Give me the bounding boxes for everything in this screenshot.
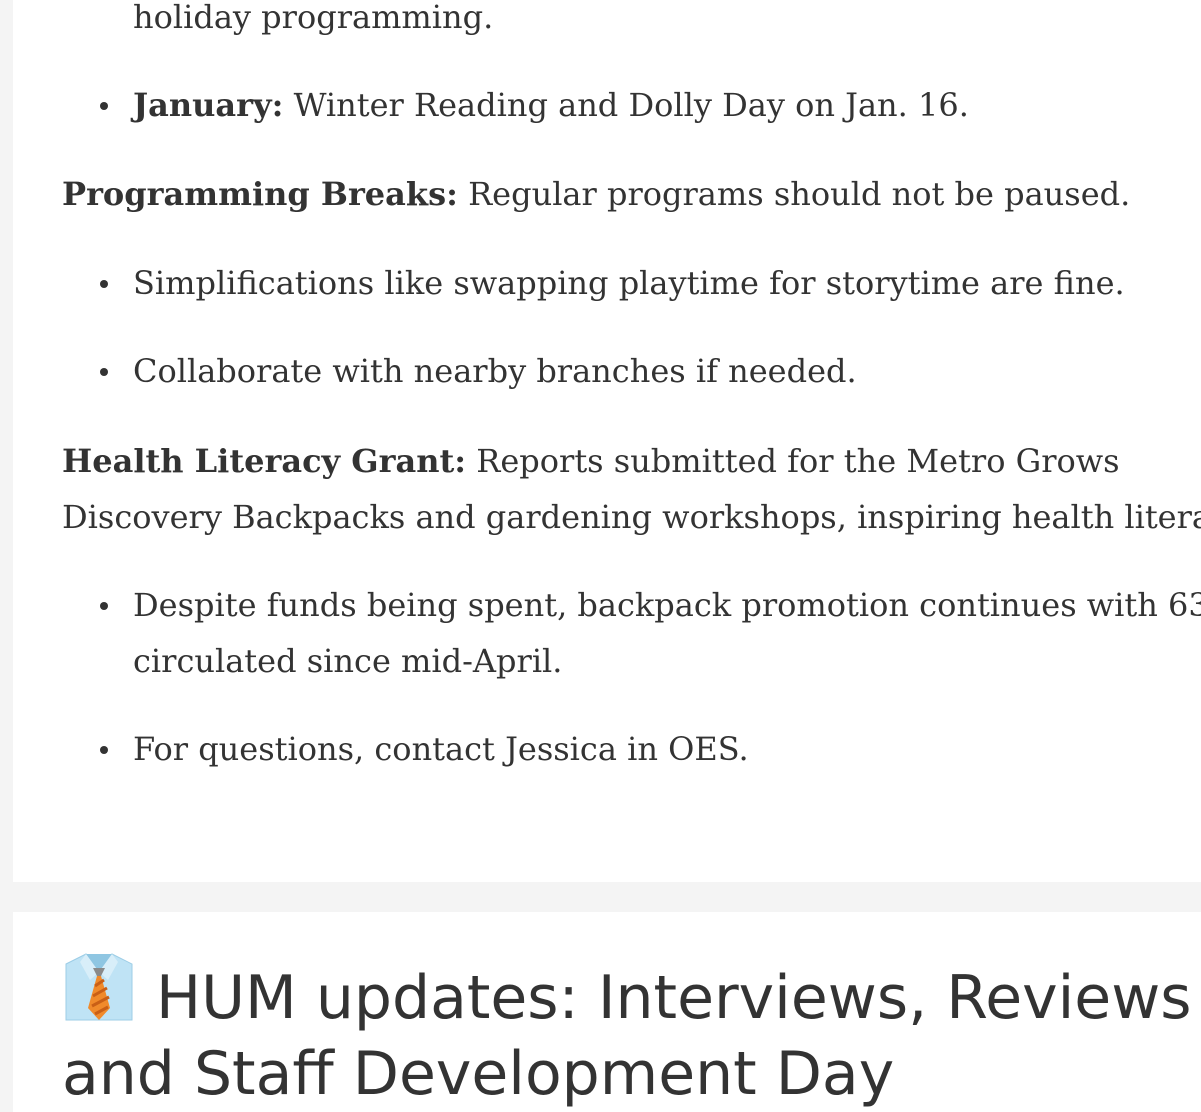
health-grant-text-line2: Discovery Backpacks and gardening worksh… [62,498,1201,536]
programming-breaks-text: Regular programs should not be paused. [468,175,1131,213]
list-item-continuation: holiday programming. [133,0,493,45]
health-grant-paragraph: Health Literacy Grant: Reports submitted… [62,433,1201,545]
list-item: Despite funds being spent, backpack prom… [99,577,1201,689]
list-item: For questions, contact Jessica in OES. [100,721,749,777]
list-item-text: holiday programming. [133,0,494,36]
programming-breaks-label: Programming Breaks: [62,175,458,213]
shirt-and-tie-icon [62,952,136,1022]
january-text: Winter Reading and Dolly Day on Jan. 16. [293,86,969,124]
article-card: holiday programming. January: Winter Rea… [13,0,1201,882]
list-item-text-line1: Despite funds being spent, backpack prom… [133,586,1201,624]
article-card: HUM updates: Interviews, Reviews and Sta… [13,912,1201,1112]
january-label: January: [133,86,284,124]
article-title-line1: HUM updates: Interviews, Reviews [156,963,1192,1033]
article-heading: HUM updates: Interviews, Reviews and Sta… [62,952,1192,1112]
list-item-text-line2: circulated since mid-April. [133,642,563,680]
programming-breaks-paragraph: Programming Breaks: Regular programs sho… [62,166,1182,222]
list-item: Simplifications like swapping playtime f… [100,255,1125,311]
list-item: Collaborate with nearby branches if need… [100,343,857,399]
health-grant-text-line1: Reports submitted for the Metro Grows [476,442,1120,480]
list-item-text: Simplifications like swapping playtime f… [133,264,1125,302]
health-grant-label: Health Literacy Grant: [62,442,467,480]
article-title-line2: and Staff Development Day [62,1039,895,1109]
list-item-january: January: Winter Reading and Dolly Day on… [100,77,969,133]
list-item-text: For questions, contact Jessica in OES. [133,730,749,768]
list-item-text: Collaborate with nearby branches if need… [133,352,857,390]
